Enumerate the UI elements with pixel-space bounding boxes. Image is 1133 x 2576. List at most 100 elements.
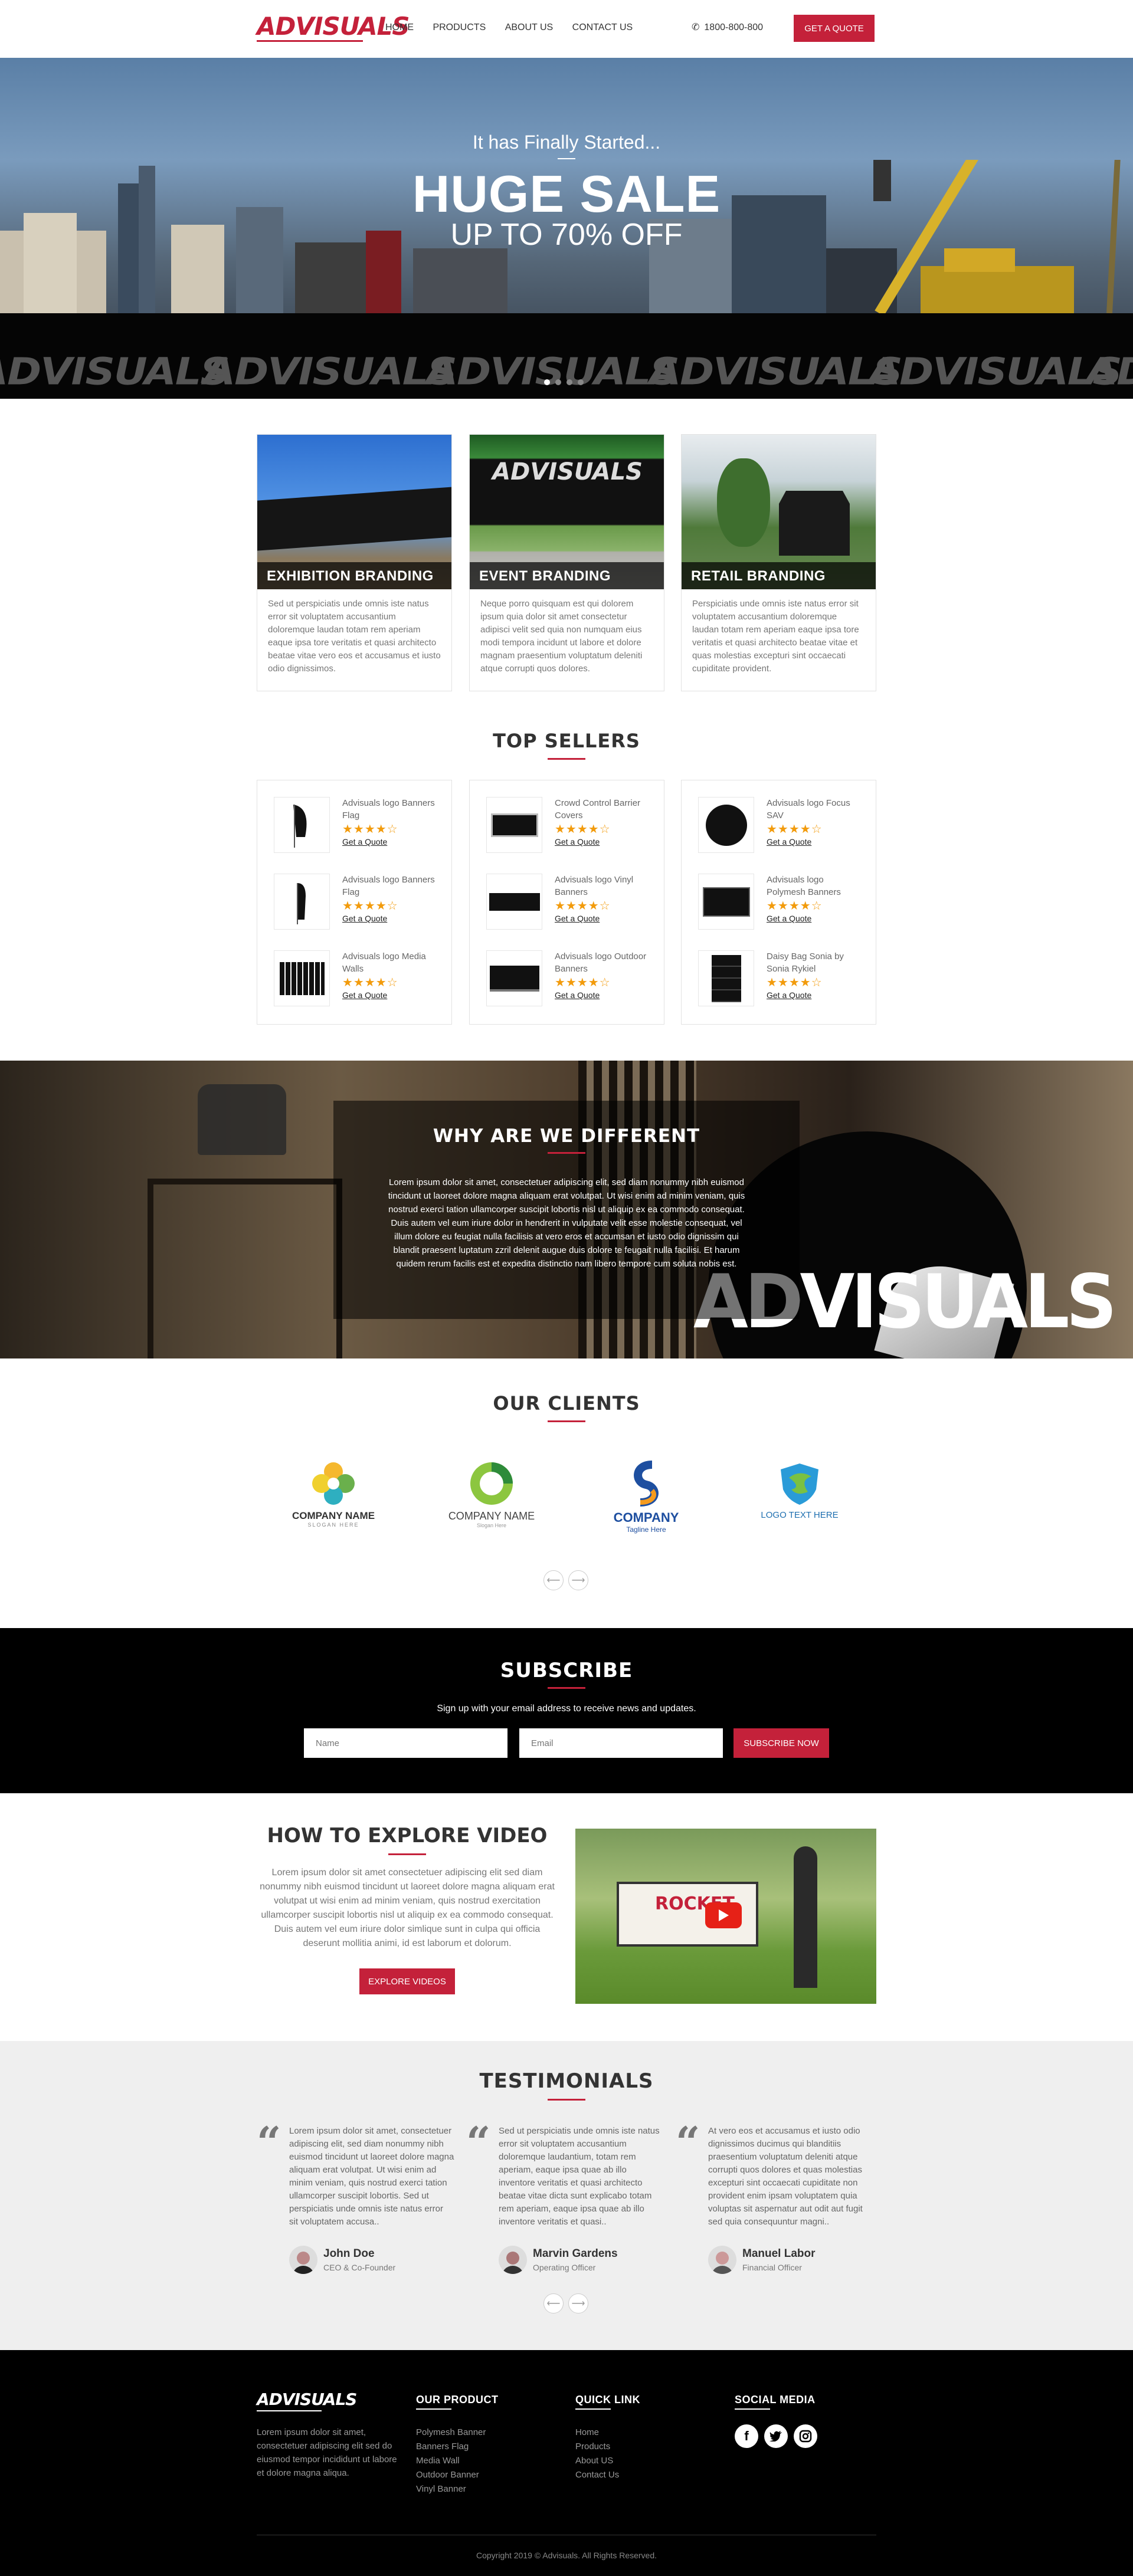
category-card-retail[interactable]: RETAIL BRANDING Perspiciatis unde omnis … [681, 434, 876, 691]
clients-prev-button[interactable]: ⟵ [543, 1570, 564, 1590]
get-a-quote-link[interactable]: Get a Quote [342, 914, 387, 923]
section-title: TESTIMONIALS [479, 2069, 654, 2093]
client-logo-1[interactable]: COMPANY NAME SLOGAN HERE [283, 1460, 384, 1537]
hero-subtitle: UP TO 70% OFF [450, 218, 683, 252]
get-a-quote-link[interactable]: Get a Quote [767, 914, 811, 923]
footer-link[interactable]: Polymesh Banner [416, 2426, 486, 2440]
header-phone[interactable]: ✆ 1800-800-800 [692, 21, 763, 33]
nav-about[interactable]: ABOUT US [505, 22, 554, 32]
tent-shape [779, 491, 850, 556]
footer-link[interactable]: Outdoor Banner [416, 2468, 486, 2482]
seller-column-3: Advisuals logo Focus SAV ★★★★☆ Get a Quo… [681, 780, 876, 1025]
social-icons: f [735, 2424, 817, 2448]
instagram-icon[interactable] [794, 2424, 817, 2448]
get-a-quote-link[interactable]: Get a Quote [342, 837, 387, 846]
tree-shape [717, 458, 770, 547]
seller-column-2: Crowd Control Barrier Covers ★★★★☆ Get a… [469, 780, 664, 1025]
client-logo-4[interactable]: LOGO TEXT HERE [749, 1460, 850, 1537]
testimonial-role: CEO & Co-Founder [323, 2263, 396, 2272]
footer-link[interactable]: Banners Flag [416, 2440, 486, 2454]
polymesh-graphic [702, 887, 750, 917]
client-logo-3[interactable]: COMPANY Tagline Here [596, 1460, 696, 1537]
testimonial-name: Manuel Labor [742, 2247, 816, 2260]
footer-link[interactable]: About US [575, 2454, 619, 2468]
product-name: Advisuals logo Vinyl Banners [555, 875, 634, 897]
subscribe-button[interactable]: SUBSCRIBE NOW [733, 1728, 829, 1758]
main-nav: HOME PRODUCTS ABOUT US CONTACT US [385, 22, 649, 33]
get-a-quote-link[interactable]: Get a Quote [342, 990, 387, 1000]
nav-contact[interactable]: CONTACT US [572, 22, 633, 32]
get-a-quote-link[interactable]: Get a Quote [767, 990, 811, 1000]
email-input[interactable] [519, 1728, 723, 1758]
site-footer: ADVISUALS Lorem ipsum dolor sit amet, co… [0, 2350, 1133, 2576]
get-a-quote-link[interactable]: Get a Quote [555, 990, 600, 1000]
footer-logo[interactable]: ADVISUALS [257, 2391, 357, 2408]
clients-heading: OUR CLIENTS [0, 1392, 1133, 1422]
category-card-event[interactable]: ADVISUALS EVENT BRANDING Neque porro qui… [469, 434, 664, 691]
seller-item[interactable]: Daisy Bag Sonia by Sonia Rykiel ★★★★☆ Ge… [698, 950, 863, 1015]
get-a-quote-link[interactable]: Get a Quote [555, 837, 600, 846]
event-banner-logo: ADVISUALS [492, 458, 643, 485]
client-logo-2[interactable]: COMPANY NAME Slogan Here [441, 1460, 542, 1537]
footer-link[interactable]: Vinyl Banner [416, 2482, 486, 2496]
testimonials-next-button[interactable]: ⟶ [568, 2293, 588, 2314]
footer-link[interactable]: Media Wall [416, 2454, 486, 2468]
band-logo-text: ADVISUALS [426, 350, 680, 393]
video-title: HOW TO EXPLORE VIDEO [267, 1824, 548, 1847]
get-a-quote-link[interactable]: Get a Quote [767, 837, 811, 846]
avatar [499, 2246, 527, 2274]
video-player[interactable]: ROCKET [575, 1829, 876, 2004]
slider-dot[interactable] [578, 379, 584, 385]
title-underline [548, 1152, 585, 1154]
band-logo-text: ADVISUALS [204, 350, 457, 393]
get-a-quote-link[interactable]: Get a Quote [555, 914, 600, 923]
quote-icon: “ [676, 2117, 700, 2167]
rating-stars: ★★★★☆ [555, 823, 611, 836]
sticker-graphic [705, 804, 747, 846]
testimonials-prev-button[interactable]: ⟵ [543, 2293, 564, 2314]
footer-link[interactable]: Products [575, 2440, 619, 2454]
explore-videos-button[interactable]: EXPLORE VIDEOS [359, 1968, 455, 1994]
testimonial-name: John Doe [323, 2247, 375, 2260]
nav-products[interactable]: PRODUCTS [433, 22, 486, 32]
rating-stars: ★★★★☆ [555, 900, 611, 913]
testimonial-text: Lorem ipsum dolor sit amet, consectetuer… [289, 2126, 454, 2227]
title-underline [548, 758, 585, 760]
seller-item[interactable]: Crowd Control Barrier Covers ★★★★☆ Get a… [486, 797, 651, 862]
footer-link[interactable]: Contact Us [575, 2468, 619, 2482]
seller-item[interactable]: Advisuals logo Focus SAV ★★★★☆ Get a Quo… [698, 797, 863, 862]
seller-item[interactable]: Advisuals logo Polymesh Banners ★★★★☆ Ge… [698, 874, 863, 938]
slider-dot-active[interactable] [544, 379, 550, 385]
why-different-section: ADVISUALS WHY ARE WE DIFFERENT Lorem ips… [0, 1061, 1133, 1358]
seller-item[interactable]: Advisuals logo Media Walls ★★★★☆ Get a Q… [274, 950, 439, 1015]
section-title: OUR CLIENTS [493, 1392, 640, 1415]
product-thumb [274, 950, 330, 1006]
name-input[interactable] [304, 1728, 507, 1758]
facebook-icon[interactable]: f [735, 2424, 758, 2448]
product-name: Advisuals logo Outdoor Banners [555, 951, 647, 974]
hero-title: HUGE SALE [412, 165, 721, 223]
seller-item[interactable]: Advisuals logo Vinyl Banners ★★★★☆ Get a… [486, 874, 651, 938]
footer-quicklinks-list: Home Products About US Contact Us [575, 2426, 619, 2482]
seller-item[interactable]: Advisuals logo Outdoor Banners ★★★★☆ Get… [486, 950, 651, 1015]
band-logo-text: ADVISUALS [869, 350, 1122, 393]
nav-home[interactable]: HOME [385, 22, 414, 32]
twitter-icon[interactable] [764, 2424, 788, 2448]
video-text: Lorem ipsum dolor sit amet consectetuer … [260, 1868, 555, 1948]
testimonial-name: Marvin Gardens [533, 2247, 618, 2260]
footer-about: Lorem ipsum dolor sit amet, consectetuer… [257, 2427, 397, 2478]
clients-next-button[interactable]: ⟶ [568, 1570, 588, 1590]
title-underline [548, 1687, 585, 1689]
seller-item[interactable]: Advisuals logo Banners Flag ★★★★☆ Get a … [274, 874, 439, 938]
slider-dot[interactable] [555, 379, 561, 385]
seller-item[interactable]: Advisuals logo Banners Flag ★★★★☆ Get a … [274, 797, 439, 862]
product-name: Advisuals logo Focus SAV [767, 798, 850, 821]
slider-dot[interactable] [566, 379, 572, 385]
play-icon[interactable] [705, 1902, 742, 1928]
category-card-exhibition[interactable]: EXHIBITION BRANDING Sed ut perspiciatis … [257, 434, 452, 691]
retail-image: RETAIL BRANDING [682, 435, 876, 589]
get-a-quote-button[interactable]: GET A QUOTE [794, 15, 875, 42]
rating-stars: ★★★★☆ [555, 976, 611, 989]
fence-banner [257, 487, 451, 551]
footer-link[interactable]: Home [575, 2426, 619, 2440]
